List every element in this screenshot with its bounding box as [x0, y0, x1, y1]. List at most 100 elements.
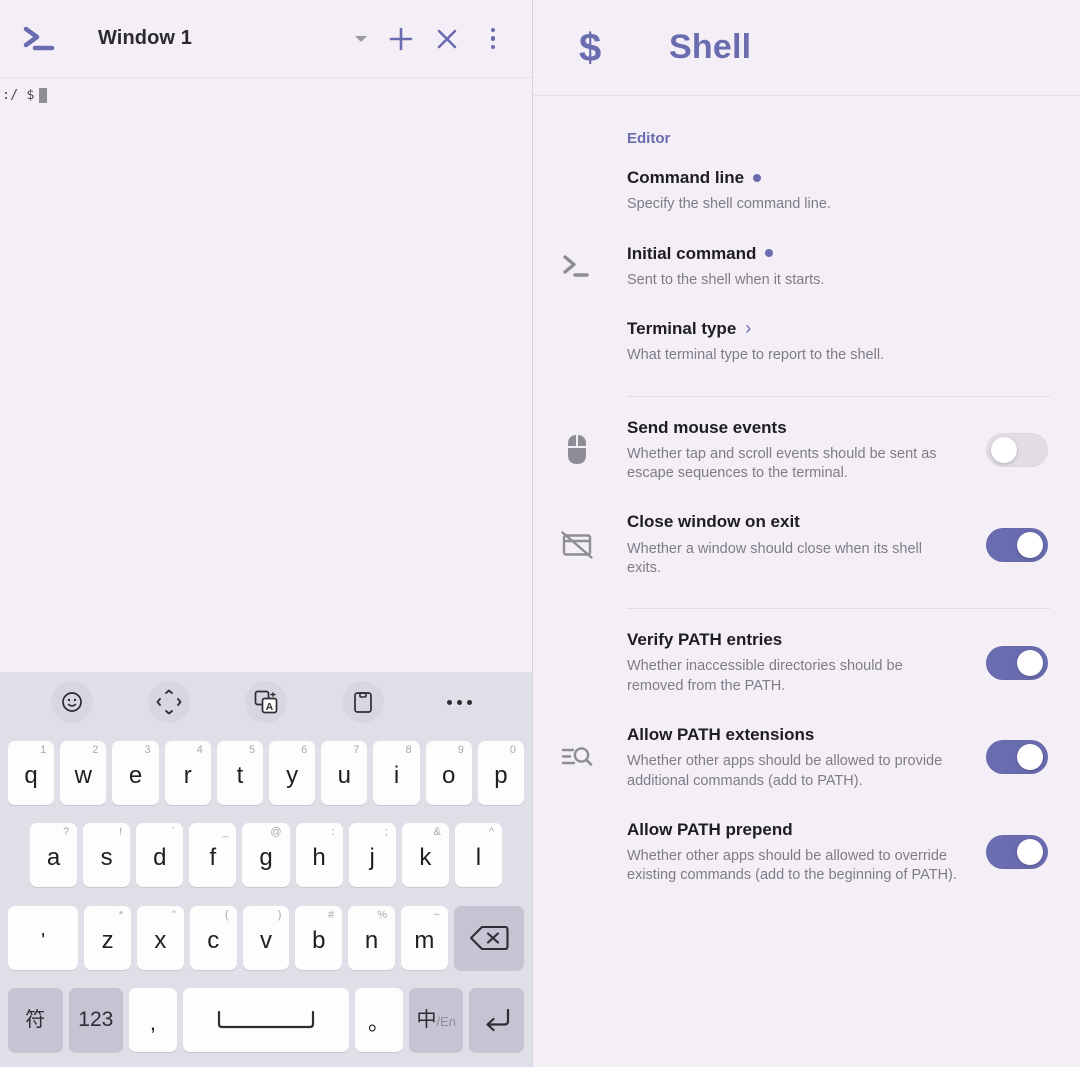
terminal-output[interactable]: :/ $ [0, 78, 532, 672]
key-numbers[interactable]: 123 [68, 987, 124, 1052]
setting-row-verify-path-entries[interactable]: Verify PATH entries Whether inaccessible… [533, 615, 1080, 710]
emoji-button[interactable] [24, 681, 121, 723]
key-v[interactable]: ) v [242, 905, 290, 970]
toggle-knob [1017, 839, 1043, 866]
key-space[interactable] [182, 987, 350, 1052]
key-hint: " [171, 908, 176, 921]
key-n[interactable]: % n [348, 905, 395, 970]
backspace-icon[interactable] [453, 905, 524, 970]
key-hint: ) [277, 908, 282, 921]
key-o[interactable]: 9o [425, 741, 472, 806]
key-d[interactable]: ` d [136, 823, 184, 888]
more-vertical-icon[interactable] [470, 16, 516, 62]
toggle-allow-path-extensions[interactable] [986, 740, 1048, 775]
key-b[interactable]: # b [295, 905, 343, 970]
key-hint: # [328, 908, 335, 921]
setting-row-initial-command[interactable]: Initial command Sent to the shell when i… [533, 229, 1080, 305]
key-label: o [442, 762, 456, 790]
setting-row-allow-path-extensions[interactable]: Allow PATH extensions Whether other apps… [533, 710, 1080, 805]
key-m[interactable]: ~ m [400, 905, 448, 970]
row-text: Verify PATH entries Whether inaccessible… [627, 629, 980, 696]
close-x-icon[interactable] [424, 16, 470, 62]
chevron-right-icon: › [745, 317, 752, 338]
key-w[interactable]: 2w [60, 741, 107, 806]
setting-description: Whether a window should close when its s… [627, 540, 922, 576]
toggle-send-mouse-events[interactable] [986, 433, 1048, 467]
key-a[interactable]: ? a [30, 823, 78, 888]
key-language-toggle[interactable]: 中/En [408, 987, 464, 1052]
on-screen-keyboard[interactable]: A 1 q 2 w 3 e 4 r 5 t 6 y 7 u 8 i 9 o 0 … [0, 672, 532, 1067]
key-label: j [369, 844, 375, 872]
key-p[interactable]: 0p [477, 741, 525, 806]
key-y[interactable]: 6y [269, 741, 316, 806]
mouse-icon [533, 433, 627, 467]
key-h[interactable]: :h [295, 823, 343, 888]
key-t[interactable]: 5t [216, 741, 263, 806]
clipboard-icon [341, 681, 384, 723]
key-r[interactable]: 4r [164, 741, 211, 806]
key-symbols[interactable]: 符 [8, 987, 63, 1052]
key-label: e [128, 762, 143, 790]
window-slash-icon [533, 530, 627, 560]
key-x[interactable]: " x [137, 905, 184, 970]
terminal-pane: Window 1 :/ $ A 1 q 2 w 3 e 4 r 5 t 6 y … [0, 0, 532, 1067]
setting-title: Initial command [627, 243, 757, 263]
key-label: a [46, 844, 61, 872]
key-hint: * [118, 908, 123, 921]
settings-list[interactable]: Editor Command line Specify the shell co… [533, 96, 1080, 1067]
key-label: s [100, 844, 113, 872]
key-c[interactable]: (c [189, 905, 237, 970]
key-q[interactable]: 1q [7, 741, 55, 806]
key-hint: 9 [457, 744, 464, 757]
keyboard-row-1: 1q 2w 3e 4r 5t 6y 7u 8i 9o 0p [4, 732, 528, 814]
key-l[interactable]: ^ l [454, 823, 502, 888]
key-j[interactable]: ; j [348, 823, 396, 888]
key-label: ' [41, 929, 46, 952]
key-g[interactable]: @ g [242, 823, 290, 888]
row-control [980, 740, 1050, 775]
key-f[interactable]: _ f [189, 823, 237, 888]
toggle-knob [1017, 531, 1043, 558]
key-hint: ; [384, 826, 388, 839]
toggle-close-window-on-exit[interactable] [986, 527, 1048, 562]
more-horizontal-button[interactable] [411, 681, 508, 723]
key-hint: _ [222, 826, 229, 839]
section-divider [627, 395, 1050, 397]
setting-row-close-window-on-exit[interactable]: Close window on exit Whether a window sh… [533, 497, 1080, 592]
key-hint: : [331, 826, 335, 839]
key-z[interactable]: * z [84, 905, 131, 970]
setting-row-send-mouse-events[interactable]: Send mouse events Whether tap and scroll… [533, 403, 1080, 498]
key-comma[interactable]: , [129, 987, 177, 1052]
key-hint: ` [171, 826, 176, 839]
key-hint: 6 [301, 744, 308, 757]
plus-icon[interactable] [378, 16, 424, 62]
chevron-down-icon[interactable] [344, 22, 378, 56]
key-period[interactable]: 。 [355, 987, 403, 1052]
window-title: Window 1 [98, 27, 192, 49]
toggle-verify-path-entries[interactable] [986, 645, 1048, 680]
key-apostrophe[interactable]: ' [8, 905, 79, 970]
row-title-wrap: Verify PATH entries [627, 629, 968, 650]
key-k[interactable]: & k [401, 823, 449, 888]
key-enter[interactable] [469, 987, 525, 1052]
cursor-move-button[interactable] [121, 681, 218, 723]
key-hint: & [433, 826, 441, 839]
modified-dot-icon [765, 249, 774, 258]
setting-row-command-line[interactable]: Command line Specify the shell command l… [533, 153, 1080, 229]
setting-title: Close window on exit [627, 512, 800, 532]
row-title-wrap: Terminal type › [627, 318, 968, 339]
toggle-allow-path-prepend[interactable] [986, 835, 1048, 870]
key-hint: 7 [353, 744, 360, 757]
setting-row-terminal-type[interactable]: Terminal type › What terminal type to re… [533, 304, 1080, 380]
row-text: Allow PATH prepend Whether other apps sh… [627, 819, 980, 886]
key-u[interactable]: 7u [321, 741, 368, 806]
key-s[interactable]: ! s [83, 823, 131, 888]
key-e[interactable]: 3e [112, 741, 159, 806]
clipboard-button[interactable] [314, 681, 411, 723]
list-search-icon [533, 743, 627, 771]
key-label-secondary: /En [436, 1013, 456, 1029]
translate-button[interactable]: A [218, 681, 315, 723]
setting-row-allow-path-prepend[interactable]: Allow PATH prepend Whether other apps sh… [533, 805, 1080, 900]
key-i[interactable]: 8i [373, 741, 420, 806]
key-hint: 2 [92, 744, 99, 757]
